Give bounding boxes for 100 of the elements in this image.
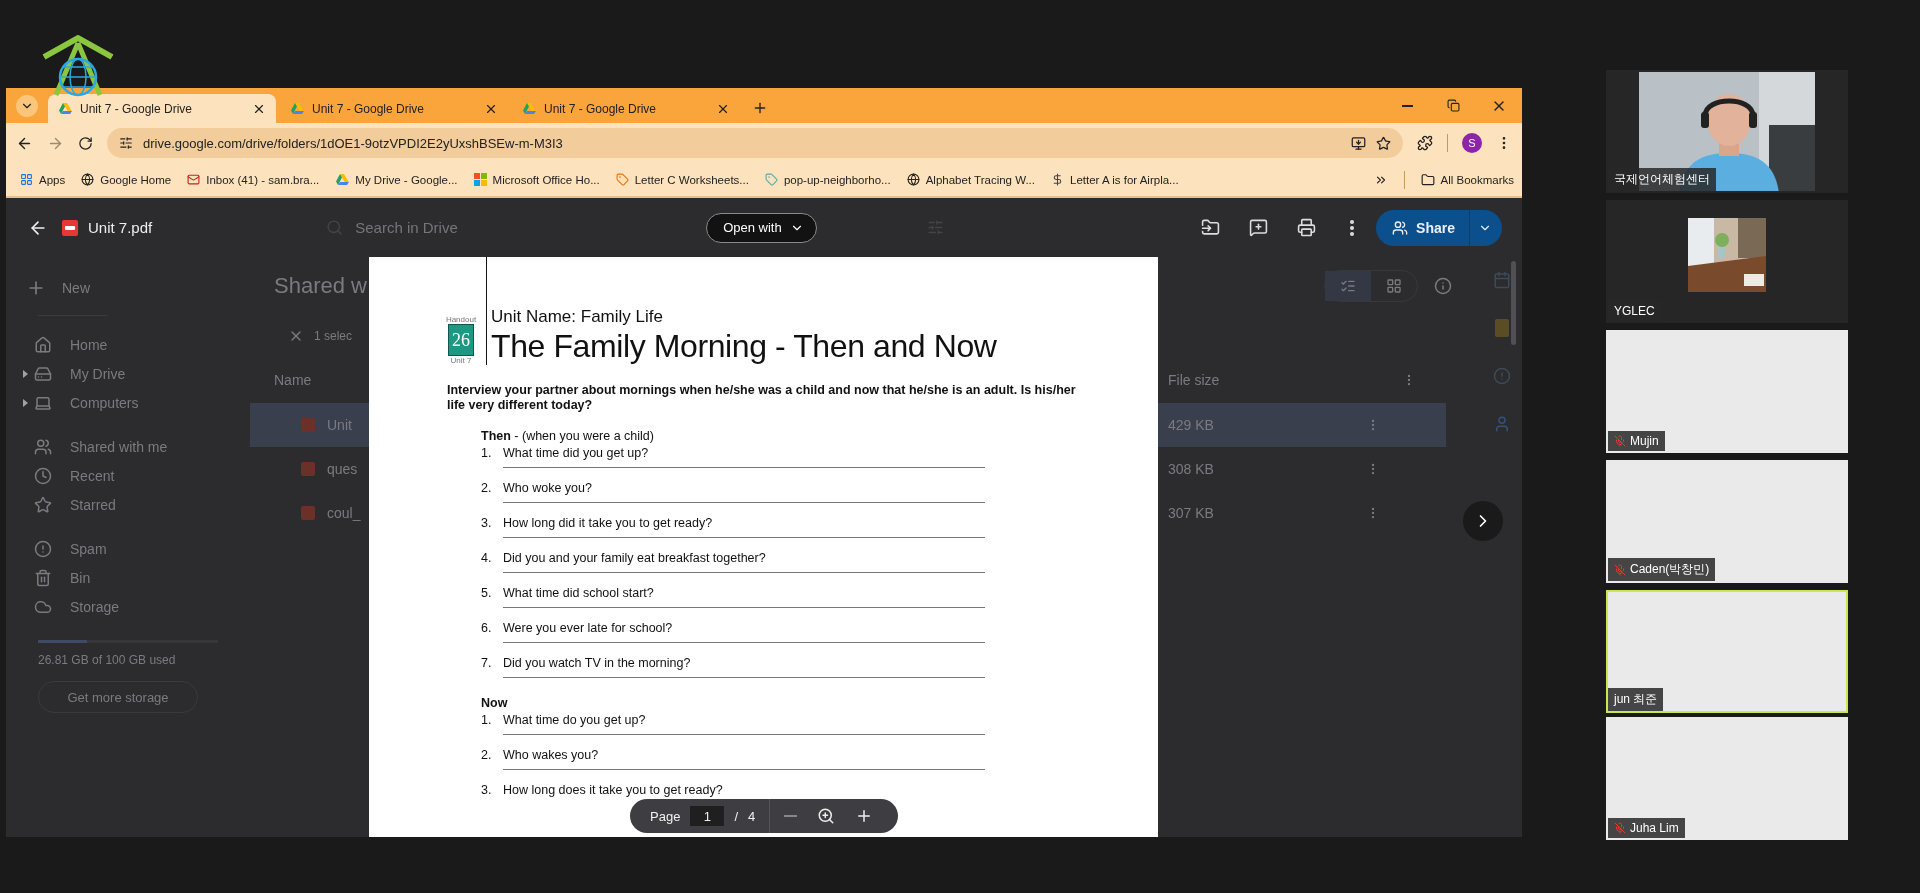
file-size: 308 KB <box>1168 461 1214 477</box>
folder-icon <box>1420 172 1435 187</box>
bookmark-star-icon[interactable] <box>1376 135 1391 151</box>
bookmark-link[interactable]: Letter C Worksheets... <box>634 173 749 186</box>
page-separator: / <box>734 808 738 824</box>
extensions-button[interactable] <box>1417 135 1433 151</box>
bookmark-link[interactable]: Microsoft Office Ho... <box>492 173 600 186</box>
trash-icon <box>34 568 52 587</box>
file-row[interactable]: 308 KB <box>1158 447 1446 491</box>
globe-icon <box>81 173 95 186</box>
comment-plus-icon <box>1248 218 1268 237</box>
zoom-button[interactable] <box>817 807 836 825</box>
selection-count: 1 selec <box>314 329 353 343</box>
question-number: 4. <box>481 551 493 565</box>
sidebar-item[interactable]: My Drive <box>22 359 250 388</box>
file-row[interactable]: ques <box>250 447 369 491</box>
file-name: Unit <box>327 417 352 433</box>
file-row[interactable]: coul_ <box>250 491 369 535</box>
question-text: What time do you get up? <box>503 713 646 727</box>
sidebar-item[interactable]: Storage <box>22 592 250 621</box>
more-icon <box>1350 219 1355 236</box>
question-text: Were you ever late for school? <box>503 621 673 635</box>
question-text: What time did school start? <box>503 586 654 600</box>
question-number: 2. <box>481 481 493 495</box>
drive-logo-icon <box>290 102 304 115</box>
tag-icon <box>764 173 778 186</box>
apps-grid-icon <box>20 173 33 186</box>
new-button[interactable]: New <box>22 273 250 303</box>
instructions: Interview your partner about mornings when he/she was a child and now that he/she is an adult. Is his/her life very different today? <box>447 383 1077 413</box>
address-bar[interactable]: drive.google.com/drive/folders/1dOE1-9otzVPDI2E2yUxshBSEw-m-M3I3 <box>107 128 1403 158</box>
bookmark-link[interactable]: Google Home <box>100 173 172 186</box>
storage-text: 26.81 GB of 100 GB used <box>38 653 177 667</box>
home-icon <box>34 335 52 354</box>
unit-name: Unit Name: Family Life <box>491 307 664 327</box>
share-button[interactable]: Share <box>1376 209 1502 246</box>
question-text: What time did you get up? <box>503 446 649 460</box>
pdf-file-icon <box>301 506 315 520</box>
open-with-button[interactable]: Open with <box>706 212 817 243</box>
drive-logo-icon <box>58 102 72 115</box>
info-icon[interactable] <box>1434 277 1452 295</box>
expand-arrow-icon[interactable] <box>23 398 28 407</box>
bookmark-link[interactable]: Letter A is for Airpla... <box>1070 173 1179 186</box>
new-tab-button[interactable] <box>752 100 768 116</box>
dollar-icon <box>1051 173 1064 186</box>
install-icon[interactable] <box>1351 135 1366 151</box>
browser-tab[interactable]: Unit 7 - Google Drive <box>280 94 508 123</box>
sidebar-item[interactable]: Home <box>22 330 250 359</box>
windows-squares-icon <box>473 173 487 186</box>
sidebar-item[interactable]: Computers <box>22 388 250 417</box>
grid-icon <box>1386 278 1402 294</box>
participant-name: Juha Lim <box>1630 821 1679 835</box>
page-heading: Shared w <box>273 273 367 299</box>
unit-label: Unit 7 <box>450 356 472 365</box>
zoom-icon <box>817 807 836 825</box>
sidebar-item[interactable]: Starred <box>22 490 250 519</box>
restore-icon <box>1446 99 1460 112</box>
reload-icon <box>78 135 93 151</box>
tab-search-button[interactable] <box>16 95 38 117</box>
section-heading: Now <box>481 696 509 712</box>
question-number: 3. <box>481 516 493 530</box>
search-icon <box>326 219 344 236</box>
question-text: Who woke you? <box>503 481 592 495</box>
bookmark-link[interactable]: Alphabet Tracing W... <box>925 173 1035 186</box>
question-text: Did you watch TV in the morning? <box>503 656 691 670</box>
profile-avatar[interactable]: S <box>1462 133 1482 153</box>
participant-name: 국제언어체험센터 <box>1614 171 1710 188</box>
page-number-field[interactable]: 1 <box>690 806 725 826</box>
sidebar-item[interactable]: Shared with me <box>22 432 250 461</box>
participant-name: Caden(박창민) <box>1630 561 1710 578</box>
browser-tab[interactable]: Unit 7 - Google Drive <box>48 94 276 123</box>
file-row[interactable]: 307 KB <box>1158 491 1446 535</box>
page-label: Page <box>650 808 681 824</box>
sidebar-item[interactable]: Recent <box>22 461 250 490</box>
question-number: 1. <box>481 713 493 727</box>
file-row[interactable]: 429 KB <box>1158 403 1446 447</box>
column-header[interactable]: File size <box>1168 372 1220 388</box>
question-text: How long does it take you to get ready? <box>503 783 723 797</box>
all-bookmarks-link[interactable]: All Bookmarks <box>1440 173 1514 186</box>
reload-button[interactable] <box>78 135 93 151</box>
bookmark-link[interactable]: Apps <box>39 173 66 186</box>
sidebar-item[interactable]: Bin <box>22 563 250 592</box>
search-field[interactable]: Search in Drive <box>355 219 458 236</box>
file-name: coul_ <box>327 505 361 521</box>
question-text: Who wakes you? <box>503 748 599 762</box>
folder-arrow-icon <box>1200 218 1220 237</box>
plus-icon <box>752 100 768 116</box>
file-size: 429 KB <box>1168 417 1214 433</box>
people-icon <box>34 437 52 456</box>
bookmark-link[interactable]: My Drive - Google... <box>355 173 458 186</box>
browser-tab[interactable]: Unit 7 - Google Drive <box>512 94 740 123</box>
expand-arrow-icon[interactable] <box>23 369 28 378</box>
column-header[interactable]: Name <box>274 372 312 388</box>
bookmark-link[interactable]: pop-up-neighborho... <box>783 173 891 186</box>
file-row[interactable]: Unit <box>250 403 369 447</box>
tag-icon <box>615 173 629 186</box>
question-number: 3. <box>481 783 493 797</box>
list-icon <box>1340 278 1356 294</box>
printer-icon <box>1296 218 1316 237</box>
bookmark-link[interactable]: Inbox (41) - sam.bra... <box>206 173 320 186</box>
sidebar-item[interactable]: Spam <box>22 534 250 563</box>
